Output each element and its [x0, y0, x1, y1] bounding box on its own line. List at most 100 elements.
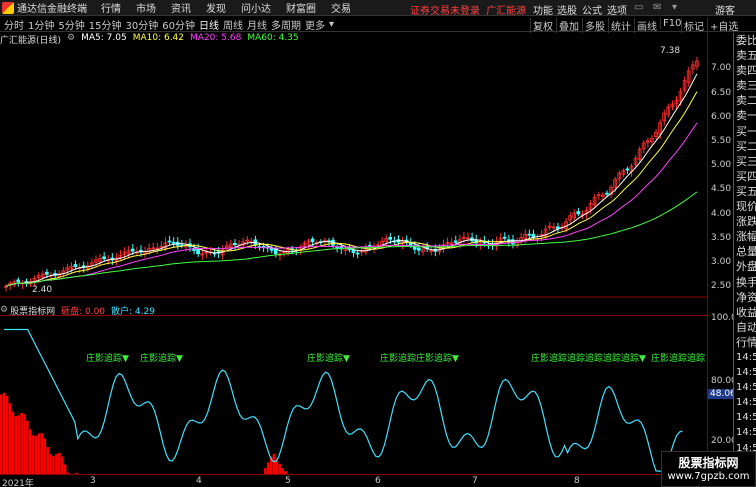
- candle-body: [16, 279, 21, 283]
- quote-panel-row: 14:56: [736, 382, 756, 394]
- candle-body: [502, 236, 507, 239]
- period-toolbar: 分时 1分钟 5分钟 15分钟 30分钟 60分钟 日线 周线 月线 多周期 更…: [0, 17, 756, 33]
- quote-panel-row: 委比: [736, 34, 756, 47]
- quote-panel-row: 行情: [736, 335, 756, 349]
- dump-bar: [23, 414, 26, 474]
- dump-bar: [43, 438, 47, 474]
- menu-trade[interactable]: 交易: [331, 0, 351, 15]
- period-60min[interactable]: 60分钟: [162, 17, 195, 32]
- menu-pick-stock[interactable]: 选股: [557, 2, 577, 17]
- period-5min[interactable]: 5分钟: [58, 17, 84, 32]
- menu-news[interactable]: 资讯: [171, 0, 191, 15]
- candle-body: [605, 192, 609, 195]
- settings-icon[interactable]: ⚙: [67, 33, 75, 45]
- tool-f10[interactable]: F10: [660, 18, 683, 29]
- period-30min[interactable]: 30分钟: [125, 17, 158, 32]
- menu-formula[interactable]: 公式: [582, 2, 602, 17]
- period-monthly[interactable]: 月线: [247, 17, 267, 32]
- kline-chart[interactable]: 7.38 2.40: [0, 45, 707, 298]
- quote-panel-row: 现价: [736, 200, 756, 214]
- date-tick: 5: [285, 476, 291, 486]
- quote-panel-row: 涨幅: [736, 230, 756, 244]
- dump-bar: [0, 394, 3, 474]
- stock-name-top: 广汇能源: [486, 6, 527, 17]
- settings-icon[interactable]: ▾: [672, 2, 677, 13]
- dump-bar: [26, 420, 29, 474]
- period-1min[interactable]: 1分钟: [28, 17, 54, 32]
- quote-panel-row: 14:56: [736, 367, 756, 379]
- date-tick: 3: [90, 476, 96, 486]
- dump-bar: [52, 456, 55, 474]
- login-notice-text: 证券交易未登录: [410, 6, 480, 17]
- menu-function[interactable]: 功能: [533, 2, 553, 17]
- chevron-down-icon[interactable]: ▾: [329, 19, 334, 30]
- price-tick: 3.50: [711, 233, 732, 243]
- app-title: 通达信金融终端: [17, 4, 87, 15]
- tool-draw[interactable]: 画线: [634, 18, 659, 33]
- period-15min[interactable]: 15分钟: [89, 17, 122, 32]
- low-price-label: 2.40: [32, 285, 52, 295]
- quote-panel-row: 收益: [736, 305, 756, 319]
- candle-body: [233, 243, 237, 246]
- window-icon[interactable]: ▭: [634, 2, 643, 13]
- guest-label[interactable]: 游客: [715, 2, 735, 17]
- tool-adjust[interactable]: 复权: [530, 18, 555, 33]
- dump-bar: [20, 412, 23, 474]
- quote-panel-row: 14:56: [736, 351, 756, 363]
- dump-bar: [266, 462, 270, 474]
- menu-discover[interactable]: 发现: [206, 0, 226, 15]
- top-menu-bar: 通达信金融终端 行情 市场 资讯 发现 问小达 财富圈 交易 证券交易未登录 广…: [0, 0, 756, 17]
- date-tick: 7: [472, 476, 478, 486]
- price-tick: 4.00: [711, 209, 732, 219]
- indicator-chart[interactable]: [0, 315, 707, 474]
- quote-panel-row: 卖五: [736, 49, 756, 63]
- dump-bar: [46, 447, 49, 474]
- quote-panel-row: 换手: [736, 275, 756, 289]
- tool-multi-stock[interactable]: 多股: [582, 18, 607, 33]
- tool-overlay[interactable]: 叠加: [556, 18, 581, 33]
- quote-panel-row: 买四: [736, 169, 756, 183]
- quote-panel-row: 净资: [736, 290, 756, 304]
- quote-panel-row: 买一: [736, 124, 756, 138]
- quote-panel-row: 卖三: [736, 79, 756, 93]
- quote-panel-row: 卖二: [736, 94, 756, 108]
- quote-panel-row: 自动: [736, 320, 756, 334]
- period-more[interactable]: 更多: [305, 17, 325, 32]
- price-tick: 5.00: [711, 160, 732, 170]
- candle-body: [625, 168, 630, 171]
- dump-bar: [29, 429, 32, 474]
- settings-icon[interactable]: ⚙: [0, 305, 8, 315]
- candle-body: [167, 240, 172, 243]
- menu-ask[interactable]: 问小达: [241, 0, 271, 15]
- price-tick: 4.50: [711, 184, 732, 194]
- tool-stats[interactable]: 统计: [608, 18, 633, 33]
- login-notice[interactable]: 证券交易未登录 广汇能源: [410, 2, 526, 17]
- dump-bar: [2, 392, 6, 474]
- dump-bar: [58, 452, 61, 474]
- ma60-label: MA60: 4.35: [247, 33, 299, 43]
- menu-wealth[interactable]: 财富圈: [286, 0, 316, 15]
- retail-line: [4, 328, 683, 472]
- message-icon[interactable]: ✉: [653, 2, 661, 13]
- period-weekly[interactable]: 周线: [223, 17, 243, 32]
- period-multi[interactable]: 多周期: [271, 17, 301, 32]
- period-daily[interactable]: 日线: [199, 17, 219, 32]
- dump-bar: [60, 456, 64, 474]
- app-logo-icon: [2, 1, 14, 14]
- menu-options[interactable]: 选项: [607, 2, 627, 17]
- ma10-label: MA10: 6.42: [132, 33, 185, 43]
- period-intraday[interactable]: 分时: [4, 17, 24, 32]
- dump-bar: [272, 453, 276, 474]
- tool-mark[interactable]: 标记: [681, 18, 706, 33]
- ma10-line: [5, 91, 698, 287]
- dump-bar: [37, 433, 41, 474]
- date-tick: 4: [196, 476, 202, 486]
- tool-add-favorite[interactable]: +自选: [707, 18, 740, 33]
- date-tick: 2021年: [2, 479, 34, 487]
- quote-panel-row: 总量: [736, 245, 756, 259]
- menu-market[interactable]: 行情: [101, 0, 121, 15]
- menu-exchange[interactable]: 市场: [136, 0, 156, 15]
- quote-panel-row: 14:56: [736, 427, 756, 439]
- dump-bar: [63, 464, 67, 474]
- price-tick: 2.50: [711, 281, 732, 291]
